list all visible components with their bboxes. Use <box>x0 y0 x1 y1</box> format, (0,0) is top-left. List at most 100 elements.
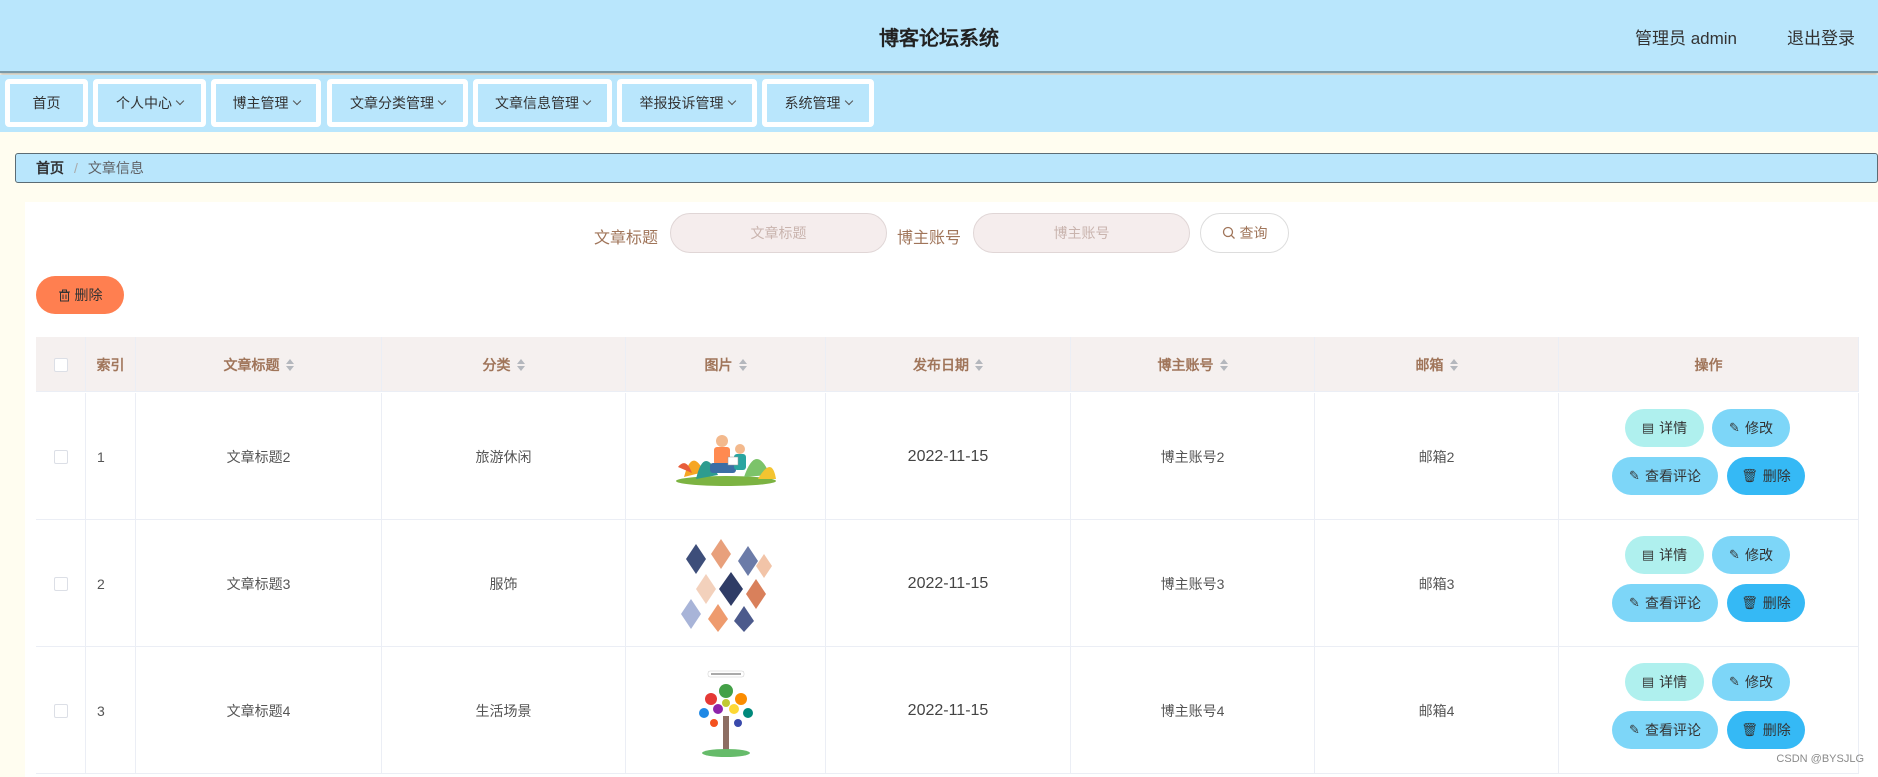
table-row: 2 文章标题3 服饰 2022-11-15 博主账号3 邮箱3 ▤ 详情 ✎ 修… <box>36 520 1859 647</box>
edit-button[interactable]: ✎ 修改 <box>1712 536 1790 574</box>
detail-button-label: 详情 <box>1659 547 1688 563</box>
query-button[interactable]: 查询 <box>1200 213 1289 253</box>
sort-icon[interactable] <box>1219 358 1228 371</box>
row-checkbox[interactable] <box>53 703 68 718</box>
edit-icon: ✎ <box>1629 722 1640 737</box>
column-header-label: 博主账号 <box>1157 356 1214 373</box>
chevron-down-icon <box>844 96 853 106</box>
column-header-label: 邮箱 <box>1415 356 1444 373</box>
nav-item-home[interactable]: 首页 <box>5 79 88 127</box>
delete-button-label: 删除 <box>1762 595 1791 611</box>
nav-item-report-mgmt[interactable]: 举报投诉管理 <box>617 79 757 127</box>
blogger-cell: 博主账号4 <box>1071 647 1315 774</box>
date-cell: 2022-11-15 <box>826 647 1071 774</box>
sort-icon[interactable] <box>516 358 525 371</box>
row-checkbox[interactable] <box>53 449 68 464</box>
sort-icon[interactable] <box>285 358 294 371</box>
column-header-blogger[interactable]: 博主账号 <box>1071 337 1315 392</box>
main-nav: 首页 个人中心 博主管理 文章分类管理 文章信息管理 举报投诉管理 系统管理 <box>0 75 1878 132</box>
index-cell: 2 <box>86 520 136 647</box>
query-button-label: 查询 <box>1239 225 1268 241</box>
geometric-pattern <box>680 538 772 632</box>
nav-item-label: 博主管理 <box>232 95 289 111</box>
blogger-cell: 博主账号3 <box>1071 520 1315 647</box>
chevron-down-icon <box>727 96 736 106</box>
blogger-cell: 博主账号2 <box>1071 393 1315 520</box>
trash-icon <box>58 289 70 301</box>
delete-button-label: 删除 <box>1762 722 1791 738</box>
edit-button-label: 修改 <box>1744 547 1773 563</box>
batch-delete-button[interactable]: 删除 <box>36 276 124 314</box>
breadcrumb-current: 文章信息 <box>87 160 144 176</box>
column-header-email[interactable]: 邮箱 <box>1315 337 1559 392</box>
nav-item-category-mgmt[interactable]: 文章分类管理 <box>327 79 468 127</box>
column-header-image[interactable]: 图片 <box>626 337 826 392</box>
table-row: 1 文章标题2 旅游休闲 2022-11-15 博主账号2 邮箱2 ▤ 详情 ✎… <box>36 393 1859 520</box>
chevron-down-icon <box>175 96 185 106</box>
title-cell: 文章标题3 <box>136 520 382 647</box>
blogger-search-input[interactable] <box>973 213 1190 253</box>
category-cell: 旅游休闲 <box>382 393 626 520</box>
detail-button[interactable]: ▤ 详情 <box>1625 536 1704 574</box>
article-thumbnail[interactable] <box>674 661 778 761</box>
select-all-cell <box>36 337 86 392</box>
trash-icon: 🗑 <box>1741 722 1758 737</box>
nav-item-label: 文章分类管理 <box>350 95 434 111</box>
detail-button[interactable]: ▤ 详情 <box>1625 409 1704 447</box>
view-comments-button[interactable]: ✎ 查看评论 <box>1612 711 1718 749</box>
row-select-cell <box>36 393 86 520</box>
sort-icon[interactable] <box>738 358 747 371</box>
row-select-cell <box>36 520 86 647</box>
edit-button-label: 修改 <box>1744 420 1773 436</box>
batch-delete-label: 删除 <box>74 287 103 303</box>
chevron-down-icon <box>582 96 592 106</box>
sort-icon[interactable] <box>975 358 983 371</box>
nav-item-article-mgmt[interactable]: 文章信息管理 <box>473 79 612 127</box>
select-all-checkbox[interactable] <box>53 357 68 372</box>
edit-icon: ✎ <box>1729 547 1740 562</box>
delete-button[interactable]: 🗑 删除 <box>1727 584 1805 622</box>
edit-icon: ✎ <box>1729 420 1740 435</box>
row-checkbox[interactable] <box>53 576 68 591</box>
view-comments-button[interactable]: ✎ 查看评论 <box>1612 584 1718 622</box>
nav-item-system-mgmt[interactable]: 系统管理 <box>762 79 874 127</box>
column-header-label: 图片 <box>704 356 733 373</box>
column-header-title[interactable]: 文章标题 <box>136 337 382 392</box>
nav-item-personal-center[interactable]: 个人中心 <box>93 79 206 127</box>
view-comments-label: 查看评论 <box>1644 595 1701 611</box>
breadcrumb-separator: / <box>74 160 78 176</box>
column-header-category[interactable]: 分类 <box>382 337 626 392</box>
edit-icon: ✎ <box>1629 595 1640 610</box>
nav-item-label: 系统管理 <box>784 95 841 111</box>
article-thumbnail[interactable] <box>674 534 778 634</box>
nav-item-label: 文章信息管理 <box>495 95 579 111</box>
edit-button[interactable]: ✎ 修改 <box>1712 409 1790 447</box>
illustration-people-leaves <box>675 434 776 486</box>
view-comments-button[interactable]: ✎ 查看评论 <box>1612 457 1718 495</box>
delete-button[interactable]: 🗑 删除 <box>1727 711 1805 749</box>
document-icon: ▤ <box>1641 674 1655 689</box>
nav-item-label: 首页 <box>32 95 61 111</box>
sort-icon[interactable] <box>1449 358 1458 371</box>
actions-cell: ▤ 详情 ✎ 修改 ✎ 查看评论 🗑 删除 <box>1559 393 1859 520</box>
breadcrumb-home[interactable]: 首页 <box>36 158 64 178</box>
category-cell: 服饰 <box>382 520 626 647</box>
detail-button[interactable]: ▤ 详情 <box>1625 663 1704 701</box>
chevron-down-icon <box>437 96 447 106</box>
table-row: 3 文章标题4 生活场景 2022-11-15 博主账号4 邮箱4 ▤ 详情 ✎… <box>36 647 1859 774</box>
edit-icon: ✎ <box>1629 468 1640 483</box>
edit-button[interactable]: ✎ 修改 <box>1712 663 1790 701</box>
nav-item-blogger-mgmt[interactable]: 博主管理 <box>211 79 321 127</box>
document-icon: ▤ <box>1641 547 1655 562</box>
image-cell <box>626 647 826 774</box>
delete-button[interactable]: 🗑 删除 <box>1727 457 1805 495</box>
column-header-label: 分类 <box>482 356 511 373</box>
logout-link[interactable]: 退出登录 <box>1787 24 1855 49</box>
chevron-down-icon <box>292 96 301 106</box>
article-thumbnail[interactable] <box>674 407 778 507</box>
column-header-date[interactable]: 发布日期 <box>826 337 1071 392</box>
nav-item-label: 个人中心 <box>116 95 172 111</box>
date-cell: 2022-11-15 <box>826 520 1071 647</box>
blogger-search-label: 博主账号 <box>897 230 962 247</box>
title-search-input[interactable] <box>670 213 887 253</box>
